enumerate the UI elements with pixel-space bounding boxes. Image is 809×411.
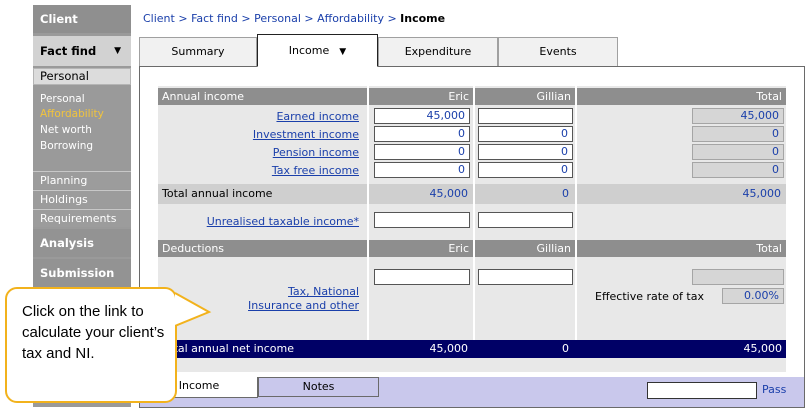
callout-pointer: [175, 292, 212, 327]
column-divider: [575, 86, 577, 340]
earned-income-eric-input[interactable]: 45,000: [374, 108, 470, 124]
tab-income[interactable]: Income ▼: [257, 34, 378, 67]
callout-box: Click on the link to calculate your clie…: [5, 287, 177, 403]
investment-income-gillian-input[interactable]: 0: [478, 126, 573, 142]
bottom-tab-notes[interactable]: Notes: [258, 377, 379, 397]
breadcrumb-separator: >: [304, 12, 314, 25]
investment-income-eric-input[interactable]: 0: [374, 126, 470, 142]
pension-income-total: 0: [692, 144, 784, 160]
sidebar-personal-header-label: Personal: [40, 69, 89, 83]
tax-free-income-total: 0: [692, 162, 784, 178]
bottom-tab-notes-label: Notes: [302, 380, 335, 393]
deductions-col-eric: Eric: [369, 240, 473, 257]
total-net-income-label: Total annual net income: [162, 342, 294, 355]
effective-rate-label: Effective rate of tax: [595, 290, 704, 303]
sidebar-submission-label: Submission: [40, 266, 115, 280]
sidebar-item-planning[interactable]: Planning: [33, 171, 131, 189]
total-annual-income-eric: 45,000: [429, 187, 469, 200]
chevron-down-icon[interactable]: ▼: [339, 47, 346, 57]
total-annual-income-gillian: 0: [562, 187, 569, 200]
sidebar-item-borrowing[interactable]: Borrowing: [40, 138, 93, 154]
breadcrumb-current: Income: [400, 12, 446, 25]
breadcrumb-fact-find[interactable]: Fact find: [191, 12, 238, 25]
sidebar-analysis-label: Analysis: [40, 236, 94, 250]
pension-income-eric-input[interactable]: 0: [374, 144, 470, 160]
deductions-eric-input[interactable]: [374, 269, 470, 285]
unrealised-gillian-input[interactable]: [478, 212, 573, 228]
deductions-header: Deductions: [158, 240, 367, 257]
earned-income-total: 45,000: [692, 108, 784, 124]
total-net-income-total: 45,000: [743, 342, 783, 355]
pass-input[interactable]: [647, 382, 757, 399]
sidebar-item-holdings[interactable]: Holdings: [33, 190, 131, 208]
investment-income-link[interactable]: Investment income: [253, 128, 359, 141]
unrealised-taxable-income-link[interactable]: Unrealised taxable income*: [207, 215, 359, 228]
total-net-income-eric: 45,000: [429, 342, 469, 355]
sidebar-fact-find[interactable]: Fact find ▼: [33, 36, 131, 66]
chevron-down-icon: ▼: [114, 46, 121, 56]
tax-ni-link-line1[interactable]: Tax, National: [288, 285, 359, 298]
effective-rate-value: 0.00%: [722, 288, 784, 304]
breadcrumb: Client > Fact find > Personal > Affordab…: [143, 12, 445, 25]
pass-label[interactable]: Pass: [762, 383, 786, 396]
breadcrumb-separator: >: [241, 12, 251, 25]
tab-summary-label: Summary: [171, 45, 225, 58]
tax-ni-other-link[interactable]: Tax, National Insurance and other: [248, 285, 359, 313]
deductions-gillian-input[interactable]: [478, 269, 573, 285]
tab-summary[interactable]: Summary: [139, 37, 257, 66]
column-divider: [367, 86, 369, 340]
sidebar-item-personal[interactable]: Personal: [40, 91, 85, 107]
sidebar-item-requirements[interactable]: Requirements: [33, 209, 131, 227]
deductions-col-gillian: Gillian: [475, 240, 575, 257]
sidebar-personal-header[interactable]: Personal: [33, 68, 131, 85]
tab-income-label: Income: [288, 44, 330, 57]
breadcrumb-personal[interactable]: Personal: [254, 12, 301, 25]
annual-income-col-total: Total: [577, 88, 786, 105]
callout-text: Click on the link to calculate your clie…: [22, 303, 165, 362]
sidebar-item-affordability[interactable]: Affordability: [40, 106, 104, 122]
tab-events[interactable]: Events: [498, 37, 618, 66]
sidebar-client-label: Client: [40, 12, 78, 26]
sidebar-fact-find-label: Fact find: [40, 44, 97, 58]
deductions-total: [692, 269, 784, 285]
investment-income-total: 0: [692, 126, 784, 142]
column-divider: [473, 86, 475, 340]
pension-income-gillian-input[interactable]: 0: [478, 144, 573, 160]
tax-free-income-eric-input[interactable]: 0: [374, 162, 470, 178]
sidebar-submission[interactable]: Submission: [33, 259, 131, 287]
annual-income-col-gillian: Gillian: [475, 88, 575, 105]
tab-expenditure-label: Expenditure: [404, 45, 472, 58]
sidebar-item-net-worth[interactable]: Net worth: [40, 122, 92, 138]
total-annual-income-total: 45,000: [742, 187, 782, 200]
tax-ni-link-line2[interactable]: Insurance and other: [248, 299, 359, 312]
deductions-col-total: Total: [577, 240, 786, 257]
tab-events-label: Events: [539, 45, 577, 58]
total-net-income-row: Total annual net income 45,000 0 45,000: [158, 340, 786, 358]
sidebar-client[interactable]: Client: [33, 5, 131, 33]
total-annual-income-label: Total annual income: [158, 184, 367, 204]
annual-income-header: Annual income: [158, 88, 367, 105]
tax-free-income-link[interactable]: Tax free income: [272, 164, 359, 177]
earned-income-link[interactable]: Earned income: [276, 110, 359, 123]
tax-free-income-gillian-input[interactable]: 0: [478, 162, 573, 178]
annual-income-col-eric: Eric: [369, 88, 473, 105]
tab-expenditure[interactable]: Expenditure: [378, 37, 498, 66]
pension-income-link[interactable]: Pension income: [273, 146, 359, 159]
total-net-income-gillian: 0: [562, 342, 569, 355]
unrealised-eric-input[interactable]: [374, 212, 470, 228]
bottom-tab-income-label: Income: [178, 379, 220, 392]
breadcrumb-separator: >: [387, 12, 397, 25]
breadcrumb-client[interactable]: Client: [143, 12, 175, 25]
breadcrumb-separator: >: [178, 12, 188, 25]
breadcrumb-affordability[interactable]: Affordability: [317, 12, 384, 25]
sidebar-analysis[interactable]: Analysis: [33, 229, 131, 257]
earned-income-gillian-input[interactable]: [478, 108, 573, 124]
